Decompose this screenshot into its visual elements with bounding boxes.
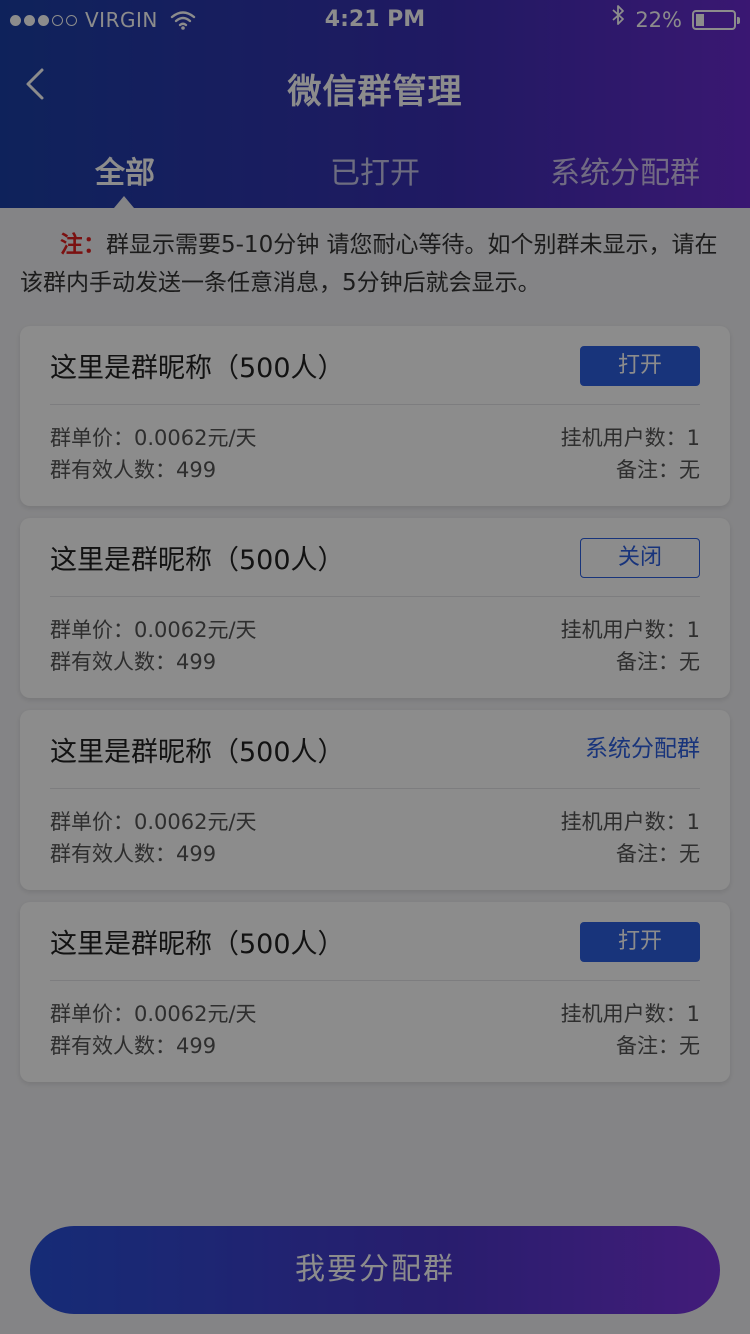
dim-overlay[interactable] — [0, 0, 750, 1334]
